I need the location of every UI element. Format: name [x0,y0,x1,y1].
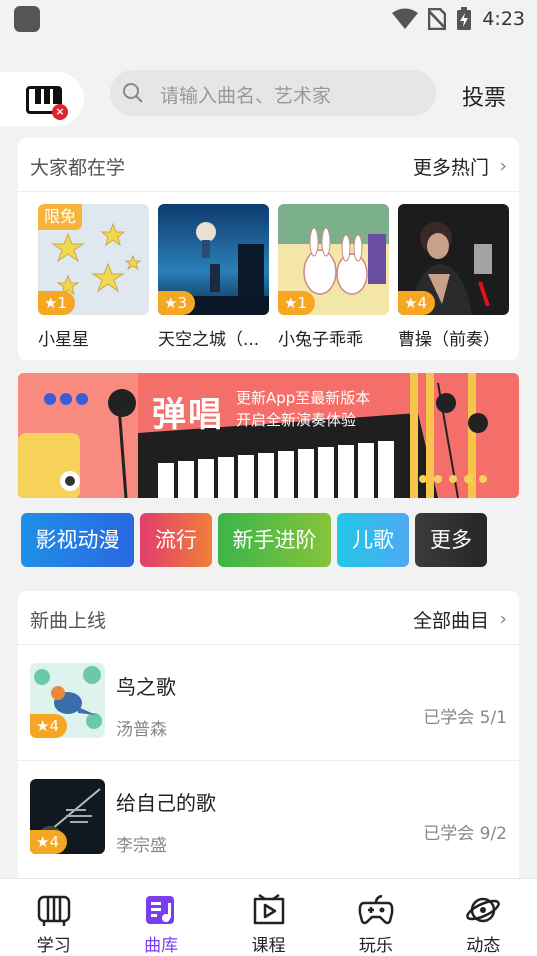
tab-library[interactable]: 曲库 [107,879,214,956]
category-buttons: 影视动漫 流行 新手进阶 儿歌 更多 [21,513,487,567]
bottom-tab-bar: 学习 曲库 课程 玩乐 动态 [0,878,537,956]
tab-label: 课程 [251,936,286,956]
hot-item[interactable]: ★1 小兔子乖乖 [278,204,389,350]
banner-line1: 更新App至最新版本 [236,389,371,407]
more-hot-link[interactable]: 更多热门 [413,153,489,180]
song-title: 鸟之歌 [116,675,176,699]
song-cover: ★4 [398,204,509,315]
chevron-right-icon: › [499,608,507,630]
learn-progress: 已学会 5/1 [423,708,507,728]
song-cover: ★1 [278,204,389,315]
wifi-icon [392,8,419,29]
tab-learn[interactable]: 学习 [0,879,107,956]
header: × 请输入曲名、艺术家 投票 [0,70,537,126]
category-more-button[interactable]: 更多 [415,513,487,567]
learn-progress: 已学会 9/2 [423,824,507,844]
tab-label: 动态 [466,936,501,956]
song-cover: 限免 ★1 [38,204,149,315]
new-songs-section: 新曲上线 全部曲目 › ★4 鸟之歌 汤普森 已学会 5/1 ★4 给自己的歌 [18,591,519,891]
course-play-icon [253,893,284,925]
battery-charging-icon [457,7,472,30]
hot-item[interactable]: ★3 天空之城（... [158,204,269,350]
hot-section: 大家都在学 更多热门 › 限免 ★1 小星星 ★3 天空之城（... ★1 小兔… [18,138,519,360]
tab-courses[interactable]: 课程 [215,879,322,956]
music-library-icon [146,896,175,924]
song-name: 天空之城（... [158,330,260,350]
tab-feed[interactable]: 动态 [430,879,537,956]
piano-icon [37,895,70,926]
free-tag: 限免 [38,204,83,230]
search-icon [123,83,143,103]
song-name: 小星星 [38,330,89,350]
song-cover: ★4 [30,779,105,854]
planet-icon [466,897,501,923]
hot-item[interactable]: 限免 ★1 小星星 [38,204,149,350]
tab-label: 曲库 [144,936,179,956]
category-beginner-button[interactable]: 新手进阶 [218,513,331,567]
section-title: 新曲上线 [30,610,107,632]
vote-button[interactable]: 投票 [462,80,506,112]
category-pop-button[interactable]: 流行 [140,513,212,567]
piano-connect-button[interactable]: × [0,72,84,126]
difficulty-badge: ★4 [30,830,67,854]
search-placeholder: 请输入曲名、艺术家 [160,85,332,107]
difficulty-badge: ★3 [158,291,195,315]
song-row[interactable]: ★4 鸟之歌 汤普森 已学会 5/1 [18,645,519,761]
difficulty-badge: ★4 [398,291,435,315]
difficulty-badge: ★1 [38,291,75,315]
hot-item[interactable]: ★4 曹操（前奏） [398,204,509,350]
no-sim-icon [428,8,447,30]
chevron-right-icon: › [499,155,507,177]
tab-label: 玩乐 [358,936,393,956]
banner-title: 弹唱 [152,395,224,435]
song-name: 小兔子乖乖 [278,330,363,350]
difficulty-badge: ★4 [30,714,67,738]
notification-icon [14,6,40,32]
song-name: 曹操（前奏） [398,330,500,350]
tab-label: 学习 [36,936,71,956]
category-kids-button[interactable]: 儿歌 [337,513,409,567]
gamepad-icon [358,894,394,925]
song-title: 给自己的歌 [116,791,216,815]
new-songs-header: 新曲上线 全部曲目 › [18,591,519,645]
all-songs-link[interactable]: 全部曲目 [413,606,489,633]
section-title: 大家都在学 [30,157,126,179]
disconnected-badge: × [52,104,68,120]
song-cover: ★3 [158,204,269,315]
hot-section-header: 大家都在学 更多热门 › [18,138,519,192]
song-cover: ★4 [30,663,105,738]
tab-play[interactable]: 玩乐 [322,879,429,956]
song-artist: 李宗盛 [116,836,167,856]
search-input[interactable]: 请输入曲名、艺术家 [110,70,436,116]
category-anime-button[interactable]: 影视动漫 [21,513,134,567]
status-bar: 4:23 [0,0,537,38]
status-time: 4:23 [482,8,525,30]
song-artist: 汤普森 [116,720,167,740]
song-row[interactable]: ★4 给自己的歌 李宗盛 已学会 9/2 [18,761,519,877]
promo-banner[interactable]: 弹唱 更新App至最新版本 开启全新演奏体验 [18,373,519,498]
difficulty-badge: ★1 [278,291,315,315]
banner-line2: 开启全新演奏体验 [236,411,357,429]
